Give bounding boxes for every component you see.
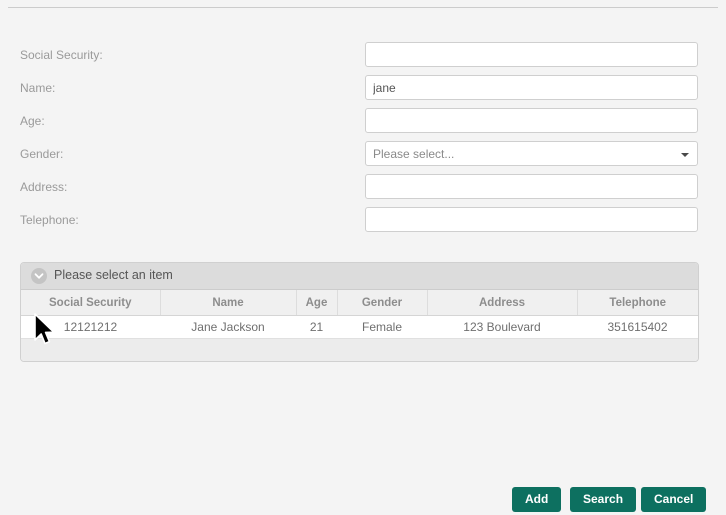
search-button[interactable]: Search xyxy=(570,487,637,512)
age-input[interactable] xyxy=(365,108,698,133)
label-gender: Gender: xyxy=(20,147,64,161)
table-header-row: Social Security Name Age Gender Address … xyxy=(21,290,698,316)
cell-social-security[interactable]: 12121212 xyxy=(21,315,160,339)
label-name: Name: xyxy=(20,81,56,95)
gender-select[interactable]: Please select... xyxy=(365,141,698,166)
form-row-age: Age: xyxy=(0,108,726,141)
form-row-address: Address: xyxy=(0,174,726,207)
cell-telephone[interactable]: 351615402 xyxy=(577,315,698,339)
form-row-name: Name: xyxy=(0,75,726,108)
gender-select-value: Please select... xyxy=(373,147,455,161)
address-input[interactable] xyxy=(365,174,698,199)
chevron-down-icon[interactable] xyxy=(31,268,47,284)
column-header-age[interactable]: Age xyxy=(296,290,338,316)
results-table: Social Security Name Age Gender Address … xyxy=(21,290,698,339)
form-row-gender: Gender: Please select... xyxy=(0,141,726,174)
telephone-input[interactable] xyxy=(365,207,698,232)
name-input[interactable] xyxy=(365,75,698,100)
results-panel-header[interactable]: Please select an item xyxy=(21,263,698,290)
column-header-address[interactable]: Address xyxy=(427,290,578,316)
top-divider xyxy=(8,7,718,8)
label-age: Age: xyxy=(20,114,45,128)
column-header-gender[interactable]: Gender xyxy=(337,290,428,316)
cancel-button[interactable]: Cancel xyxy=(641,487,707,512)
label-address: Address: xyxy=(20,180,68,194)
column-header-telephone[interactable]: Telephone xyxy=(577,290,698,316)
results-panel-title: Please select an item xyxy=(54,268,173,282)
social-security-input[interactable] xyxy=(365,42,698,67)
form-row-social-security: Social Security: xyxy=(0,42,726,75)
results-panel-footer xyxy=(21,339,698,361)
table-row[interactable]: 12121212 Jane Jackson 21 Female 123 Boul… xyxy=(21,315,698,339)
search-form: Social Security: Name: Age: Gender: Plea… xyxy=(0,42,726,240)
label-social-security: Social Security: xyxy=(20,48,103,62)
column-header-name[interactable]: Name xyxy=(160,290,297,316)
column-header-social-security[interactable]: Social Security xyxy=(21,290,161,316)
label-telephone: Telephone: xyxy=(20,213,79,227)
chevron-down-icon xyxy=(681,153,689,157)
form-row-telephone: Telephone: xyxy=(0,207,726,240)
cell-name[interactable]: Jane Jackson xyxy=(160,315,296,339)
action-button-bar: Add Search Cancel xyxy=(0,487,726,513)
cell-address[interactable]: 123 Boulevard xyxy=(427,315,577,339)
add-button[interactable]: Add xyxy=(512,487,562,512)
cell-age[interactable]: 21 xyxy=(296,315,337,339)
cell-gender[interactable]: Female xyxy=(337,315,427,339)
results-panel: Please select an item Social Security Na… xyxy=(20,262,699,362)
